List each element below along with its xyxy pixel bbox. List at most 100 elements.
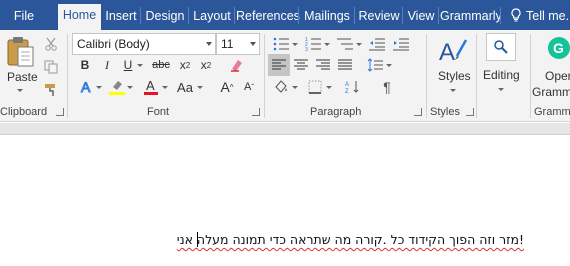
svg-text:3: 3 [305, 47, 308, 51]
group-separator [264, 34, 265, 118]
align-left-icon[interactable] [268, 54, 290, 76]
editing-dropdown-caret[interactable] [498, 88, 504, 91]
cut-icon[interactable] [40, 33, 62, 55]
font-family-select[interactable]: Calibri (Body) [72, 33, 216, 55]
ribbon-home: Paste Clipboard Calibri (Body) 11 B I U … [0, 30, 570, 122]
numbering-icon[interactable]: 123 [302, 33, 324, 55]
chevron-down-icon [206, 42, 212, 46]
font-size-select[interactable]: 11 [216, 33, 260, 55]
font-launcher-icon[interactable] [252, 108, 260, 116]
show-formatting-marks-icon[interactable]: ¶ [376, 76, 398, 98]
tab-separator [140, 7, 141, 24]
ribbon-tab-bar: File Home Insert Design Layout Reference… [0, 0, 570, 31]
svg-text:A: A [439, 39, 455, 66]
tab-separator [188, 7, 189, 24]
styles-icon[interactable]: A [437, 35, 469, 67]
borders-dropdown-caret[interactable] [326, 86, 332, 89]
decrease-indent-icon[interactable] [366, 33, 388, 55]
font-color-icon[interactable]: A [140, 76, 162, 98]
group-label-clipboard: Clipboard [0, 106, 48, 118]
search-icon[interactable] [486, 33, 516, 61]
tab-design[interactable]: Design [142, 5, 188, 30]
subscript-button[interactable]: x2 [174, 54, 196, 76]
change-case-button[interactable]: Aa [174, 76, 196, 98]
text-cursor [197, 232, 198, 247]
document-page[interactable]: !מזר וזה הפוך הקידוד כל .קורה מה שתראה כ… [0, 136, 570, 266]
highlight-color-icon[interactable] [106, 76, 128, 98]
text-effects-icon[interactable]: A [76, 76, 98, 98]
group-separator [530, 34, 531, 118]
group-label-grammarly: Gramma [534, 106, 570, 118]
font-family-value: Calibri (Body) [77, 37, 150, 51]
tab-references[interactable]: References [236, 5, 300, 30]
superscript-button[interactable]: x2 [195, 54, 217, 76]
line-spacing-icon[interactable] [364, 54, 386, 76]
justify-icon[interactable] [334, 54, 356, 76]
tab-review[interactable]: Review [356, 5, 402, 30]
underline-button[interactable]: U [117, 54, 139, 76]
shading-icon[interactable] [270, 76, 292, 98]
paste-button[interactable]: Paste [7, 70, 38, 84]
grammarly-logo-icon[interactable]: G [548, 37, 570, 59]
tab-separator [402, 7, 403, 24]
bold-button[interactable]: B [74, 54, 96, 76]
group-separator [476, 34, 477, 118]
align-right-icon[interactable] [312, 54, 334, 76]
tab-file[interactable]: File [4, 5, 44, 30]
tab-home[interactable]: Home [58, 4, 101, 31]
line-spacing-dropdown-caret[interactable] [386, 64, 392, 67]
numbering-dropdown-caret[interactable] [324, 43, 330, 46]
grow-font-button[interactable]: A ^ [216, 76, 238, 98]
tab-view[interactable]: View [404, 5, 438, 30]
styles-dropdown-caret[interactable] [450, 89, 456, 92]
bullets-icon[interactable] [270, 33, 292, 55]
increase-indent-icon[interactable] [390, 33, 412, 55]
svg-text:A: A [81, 79, 91, 95]
editing-button[interactable]: Editing [483, 68, 520, 82]
align-center-icon[interactable] [290, 54, 312, 76]
group-label-styles: Styles [430, 106, 460, 118]
lightbulb-icon [511, 8, 521, 22]
copy-icon[interactable] [40, 56, 62, 78]
multilevel-list-dropdown-caret[interactable] [356, 43, 362, 46]
document-text[interactable]: !מזר וזה הפוך הקידוד כל .קורה מה שתראה כ… [177, 232, 524, 247]
strikethrough-button[interactable]: abc [150, 54, 172, 76]
shading-dropdown-caret[interactable] [292, 86, 298, 89]
open-grammarly-button-line2[interactable]: Gramm [532, 85, 570, 99]
paragraph-launcher-icon[interactable] [414, 108, 422, 116]
chevron-down-icon [250, 42, 256, 46]
styles-launcher-icon[interactable] [466, 108, 474, 116]
multilevel-list-icon[interactable] [334, 33, 356, 55]
clear-formatting-icon[interactable] [226, 54, 248, 76]
tab-grammarly[interactable]: Grammarly [440, 5, 500, 30]
tell-me-search[interactable]: Tell me... [510, 5, 570, 27]
tab-separator [234, 7, 235, 24]
tab-separator [354, 7, 355, 24]
group-label-paragraph: Paragraph [310, 106, 362, 118]
italic-button[interactable]: I [96, 54, 118, 76]
bullets-dropdown-caret[interactable] [292, 43, 298, 46]
styles-button[interactable]: Styles [438, 69, 471, 83]
group-label-font: Font [147, 106, 170, 118]
text-effects-dropdown-caret[interactable] [96, 86, 102, 89]
format-painter-icon[interactable] [40, 79, 62, 101]
tab-mailings[interactable]: Mailings [300, 5, 354, 30]
borders-icon[interactable] [304, 76, 326, 98]
tab-separator [500, 7, 501, 24]
tab-separator [298, 7, 299, 24]
change-case-dropdown-caret[interactable] [197, 86, 203, 89]
group-separator [67, 34, 68, 118]
svg-text:A: A [146, 78, 155, 93]
tab-layout[interactable]: Layout [190, 5, 234, 30]
paste-icon[interactable] [4, 34, 36, 70]
tab-insert[interactable]: Insert [102, 5, 140, 30]
open-grammarly-button[interactable]: Open [545, 69, 570, 83]
sort-icon[interactable]: AZ [342, 76, 364, 98]
svg-text:Z: Z [345, 89, 349, 94]
font-color-dropdown-caret[interactable] [162, 86, 168, 89]
highlight-dropdown-caret[interactable] [127, 86, 133, 89]
clipboard-launcher-icon[interactable] [56, 108, 64, 116]
underline-dropdown-caret[interactable] [137, 64, 143, 67]
shrink-font-button[interactable]: Aˇ [238, 76, 260, 98]
paste-dropdown-caret[interactable] [17, 89, 23, 92]
